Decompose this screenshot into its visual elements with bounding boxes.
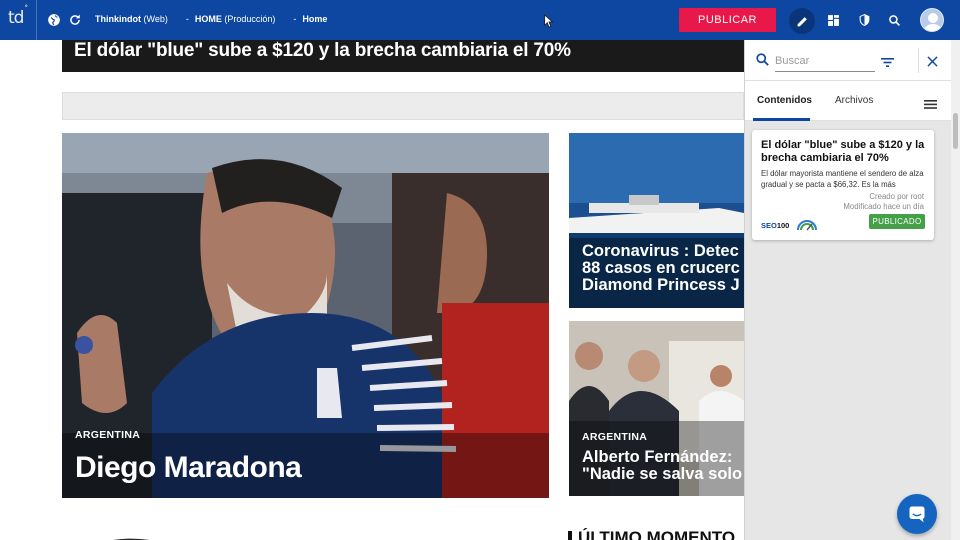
lower-article-thumbnail[interactable] [62,530,232,540]
article-meta: Creado por root Modificado hace un día [843,192,924,212]
user-avatar-icon[interactable] [920,8,944,32]
pencil-icon[interactable] [789,8,815,34]
close-icon[interactable] [927,54,938,72]
article-card-coronavirus[interactable]: Coronavirus : Detec 88 casos en crucerc … [569,133,744,308]
status-badge: PUBLICADO [869,214,925,229]
article-card-alberto[interactable]: ARGENTINA Alberto Fernández: "Nadie se s… [569,321,744,496]
list-item[interactable]: El dólar "blue" sube a $120 y la brecha … [752,130,934,240]
toolbar-divider [36,0,37,40]
app-root: td° Thinkindot (Web) - HOME (Producción)… [0,0,960,540]
card-title-line: Diamond Princess J [582,276,740,294]
panel-divider [918,48,919,73]
breadcrumb: Thinkindot (Web) - HOME (Producción) - H… [95,14,327,24]
menu-icon[interactable] [924,96,937,114]
top-headline-text: El dólar "blue" sube a $120 y la brecha … [74,40,571,61]
publish-button[interactable]: PUBLICAR [679,8,776,32]
globe-icon[interactable] [45,11,63,29]
hero-title: Diego Maradona [75,451,302,484]
chat-button[interactable] [897,494,937,534]
card-title-line: "Nadie se salva solo [582,465,743,483]
card-title-line: 88 casos en crucerc [582,259,740,277]
article-excerpt: El dólar mayorista mantiene el sendero d… [761,169,924,189]
article-title: El dólar "blue" sube a $120 y la brecha … [761,139,925,164]
card-title-line: Coronavirus : Detec [582,242,739,260]
hero-photo [62,133,549,498]
tab-contenidos[interactable]: Contenidos [757,95,812,106]
breadcrumb-section[interactable]: HOME (Producción) [195,14,276,24]
refresh-icon[interactable] [66,11,84,29]
panel-tabs: Contenidos Archivos [745,81,952,121]
card-title-line: Alberto Fernández: [582,448,733,466]
shield-icon[interactable] [855,11,873,29]
hero-article-card[interactable]: ARGENTINA Diego Maradona [62,133,549,498]
tab-archivos[interactable]: Archivos [835,95,873,106]
panel-search-bar [745,40,952,81]
search-input[interactable] [775,50,875,72]
ad-placeholder-strip [62,92,744,120]
analytics-icon [797,218,817,236]
app-logo[interactable]: td° [8,4,28,28]
created-by-text: Creado por root [869,192,924,201]
content-list: El dólar "blue" sube a $120 y la brecha … [745,121,952,540]
layout-grid-icon[interactable] [824,11,842,29]
seo-score-badge: SEO100 [761,221,790,230]
section-heading: ÚLTIMO MOMENTO [568,528,735,540]
breadcrumb-page[interactable]: Home [302,14,327,24]
search-icon[interactable] [885,11,903,29]
breadcrumb-site[interactable]: Thinkindot (Web) [95,14,168,24]
chat-icon [909,506,925,523]
modified-text: Modificado hace un día [843,202,924,211]
breadcrumb-separator: - [185,14,189,24]
card-category-tag: ARGENTINA [582,431,648,443]
top-headline-banner[interactable]: El dólar "blue" sube a $120 y la brecha … [62,40,744,72]
scrollbar-thumb[interactable] [953,113,958,149]
content-side-panel: Contenidos Archivos El dólar "blue" sube… [744,40,952,540]
breadcrumb-separator: - [293,14,297,24]
mouse-cursor-icon [540,12,558,30]
search-icon [755,52,770,72]
hero-category-tag: ARGENTINA [75,429,141,441]
filter-icon[interactable] [881,55,894,73]
top-toolbar: td° Thinkindot (Web) - HOME (Producción)… [0,0,960,40]
